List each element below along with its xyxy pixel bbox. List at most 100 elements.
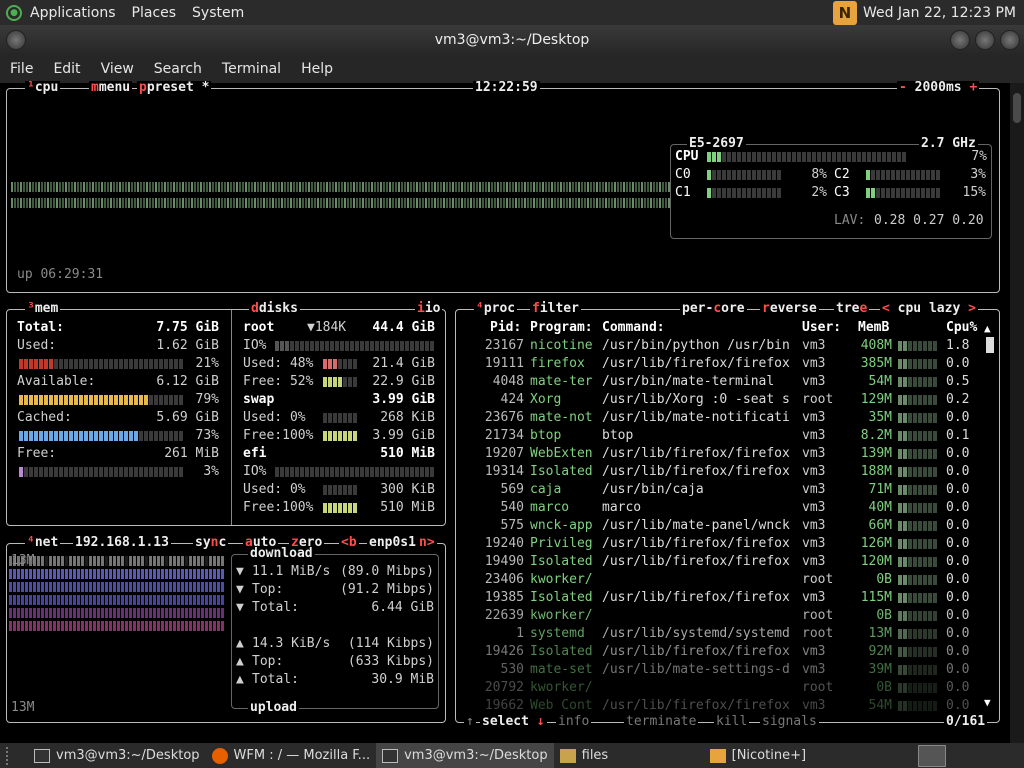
proc-mem-bar-cell: [908, 575, 912, 585]
terminal-area[interactable]: ¹cpu mmenu ppreset * 12:22:59 - 2000ms +…: [0, 81, 1010, 743]
taskbar-item[interactable]: files: [554, 743, 704, 768]
proc-mem-bar-cell: [903, 557, 907, 567]
menu-edit[interactable]: Edit: [43, 61, 90, 77]
reverse-tab[interactable]: reverse: [760, 302, 819, 316]
table-row[interactable]: 19426 Isolated/usr/lib/firefox/firefox vm3…: [456, 643, 976, 661]
interval-control[interactable]: - 2000ms +: [897, 81, 980, 95]
select-button[interactable]: select ↓: [480, 715, 547, 729]
menu-terminal[interactable]: Terminal: [212, 61, 291, 77]
col-program[interactable]: Program:: [530, 319, 593, 337]
filter-tab[interactable]: filter: [530, 302, 581, 316]
cpu-graph-cell: [110, 182, 112, 192]
proc-mem: 115M: [860, 590, 892, 605]
info-button[interactable]: info: [556, 715, 592, 729]
io-tab[interactable]: iio: [415, 302, 443, 316]
table-row[interactable]: 569 caja/usr/bin/caja vm3 71M 0.0: [456, 481, 976, 499]
menu-help[interactable]: Help: [291, 61, 343, 77]
minimize-button[interactable]: [950, 30, 970, 50]
proc-scroll-down-icon[interactable]: ▼: [984, 696, 991, 709]
menu-search[interactable]: Search: [144, 61, 212, 77]
sort-control[interactable]: < cpu lazy >: [880, 302, 978, 316]
kill-button[interactable]: kill: [714, 715, 750, 729]
table-row[interactable]: 23676 mate-not/usr/lib/mate-notificati vm3…: [456, 409, 976, 427]
cpu-tab[interactable]: ¹cpu: [25, 81, 61, 95]
window-titlebar[interactable]: vm3@vm3:~/Desktop: [0, 25, 1024, 55]
disks-tab[interactable]: ddisks: [249, 302, 300, 316]
table-row[interactable]: 23406 kworker/root 0B 0.0: [456, 571, 976, 589]
proc-box: ⁴proc filter per-core reverse tree < cpu…: [455, 302, 1000, 729]
table-row[interactable]: 19111 firefox/usr/lib/firefox/firefox vm3 3…: [456, 355, 976, 373]
signals-button[interactable]: signals: [760, 715, 819, 729]
col-mem[interactable]: MemB: [858, 319, 889, 337]
taskbar-item[interactable]: WFM : / — Mozilla F...: [206, 743, 377, 768]
cpu-graph-cell: [533, 182, 535, 192]
cpu-graph-cell: [602, 182, 604, 192]
bar-cell: [129, 431, 133, 441]
iface-next[interactable]: n>: [417, 536, 437, 550]
net-graph-cell: [37, 608, 40, 618]
menu-places[interactable]: Places: [124, 5, 185, 21]
menu-applications[interactable]: Applications: [22, 5, 124, 21]
nicotine-tray-icon[interactable]: N: [832, 0, 857, 25]
cpu-graph-cell: [557, 182, 559, 192]
proc-tab[interactable]: ⁴proc: [474, 302, 518, 316]
sync-toggle[interactable]: sync: [193, 536, 229, 550]
mate-logo-icon[interactable]: ●: [6, 4, 22, 21]
net-graph-cell: [77, 569, 80, 579]
taskbar-item[interactable]: vm3@vm3:~/Desktop: [28, 743, 206, 768]
menu-system[interactable]: System: [184, 5, 252, 21]
taskbar-item[interactable]: vm3@vm3:~/Desktop: [376, 743, 554, 768]
table-row[interactable]: 21734 btop btop vm3 8.2M 0.1: [456, 427, 976, 445]
mem-used: 1.62 GiB: [156, 338, 219, 353]
table-row[interactable]: 530 mate-set/usr/lib/mate-settings-d vm3 39…: [456, 661, 976, 679]
menu-view[interactable]: View: [91, 61, 144, 77]
proc-mem-bar-cell: [918, 701, 922, 711]
table-row[interactable]: 4048 mate-ter/usr/bin/mate-terminal vm3 54M…: [456, 373, 976, 391]
net-graph-cell: [21, 621, 24, 631]
net-graph-cell: [25, 608, 28, 618]
menu-file[interactable]: File: [0, 61, 43, 77]
tree-tab[interactable]: tree: [834, 302, 870, 316]
table-row[interactable]: 20792 kworker/root 0B 0.0: [456, 679, 976, 697]
taskbar-item[interactable]: [Nicotine+]: [704, 743, 854, 768]
table-row[interactable]: 424 Xorg/usr/lib/Xorg :0 -seat s root 129M 0…: [456, 391, 976, 409]
table-row[interactable]: 23167 nicotine/usr/bin/python /usr/bin vm3…: [456, 337, 976, 355]
bar-cell: [44, 431, 48, 441]
table-row[interactable]: 1 systemd/usr/lib/systemd/systemd root 13M 0…: [456, 625, 976, 643]
preset-tab[interactable]: ppreset *: [137, 81, 212, 95]
net-graph-cell: [213, 608, 216, 618]
mem-tab[interactable]: ³mem: [25, 302, 61, 316]
proc-scroll-up-icon[interactable]: ▲: [984, 322, 991, 335]
net-graph-cell: [205, 569, 208, 579]
iface-prev[interactable]: <b: [339, 536, 359, 550]
net-graph-cell: [25, 556, 28, 566]
table-row[interactable]: 19490 Isolated/usr/lib/firefox/firefox vm3…: [456, 553, 976, 571]
menu-tab[interactable]: mmenu: [89, 81, 133, 95]
col-pid[interactable]: Pid:: [490, 319, 521, 337]
terminate-button[interactable]: terminate: [624, 715, 699, 729]
table-row[interactable]: 19240 Privileg/usr/lib/firefox/firefox vm3…: [456, 535, 976, 553]
col-user[interactable]: User:: [802, 319, 841, 337]
terminal-scrollbar[interactable]: [1010, 83, 1024, 743]
net-tab[interactable]: ⁴net: [25, 536, 61, 550]
close-button[interactable]: [1000, 30, 1020, 50]
clock[interactable]: Wed Jan 22, 12:23 PM: [863, 5, 1016, 21]
terminal-scrollbar-thumb[interactable]: [1013, 93, 1021, 123]
proc-mem-bar-cell: [908, 395, 912, 405]
table-row[interactable]: 19207 WebExten/usr/lib/firefox/firefox vm3…: [456, 445, 976, 463]
proc-scrollbar[interactable]: [986, 337, 994, 353]
net-graph-cell: [33, 621, 36, 631]
table-row[interactable]: 19314 Isolated/usr/lib/firefox/firefox vm3…: [456, 463, 976, 481]
maximize-button[interactable]: [975, 30, 995, 50]
show-desktop-button[interactable]: [918, 744, 946, 767]
table-row[interactable]: 19385 Isolated/usr/lib/firefox/firefox vm3…: [456, 589, 976, 607]
per-core-tab[interactable]: per-core: [680, 302, 747, 316]
col-cpu[interactable]: Cpu%: [946, 319, 977, 337]
table-row[interactable]: 22639 kworker/root 0B 0.0: [456, 607, 976, 625]
table-row[interactable]: 540 marco marco vm3 40M 0.0: [456, 499, 976, 517]
table-row[interactable]: 575 wnck-app/usr/lib/mate-panel/wnck vm3 66…: [456, 517, 976, 535]
cpu-graph-cell: [443, 198, 445, 208]
core-3-name: C2: [834, 167, 850, 182]
table-row[interactable]: 19662 Web Cont/usr/lib/firefox/firefox vm3…: [456, 697, 976, 715]
col-command[interactable]: Command:: [602, 319, 665, 337]
